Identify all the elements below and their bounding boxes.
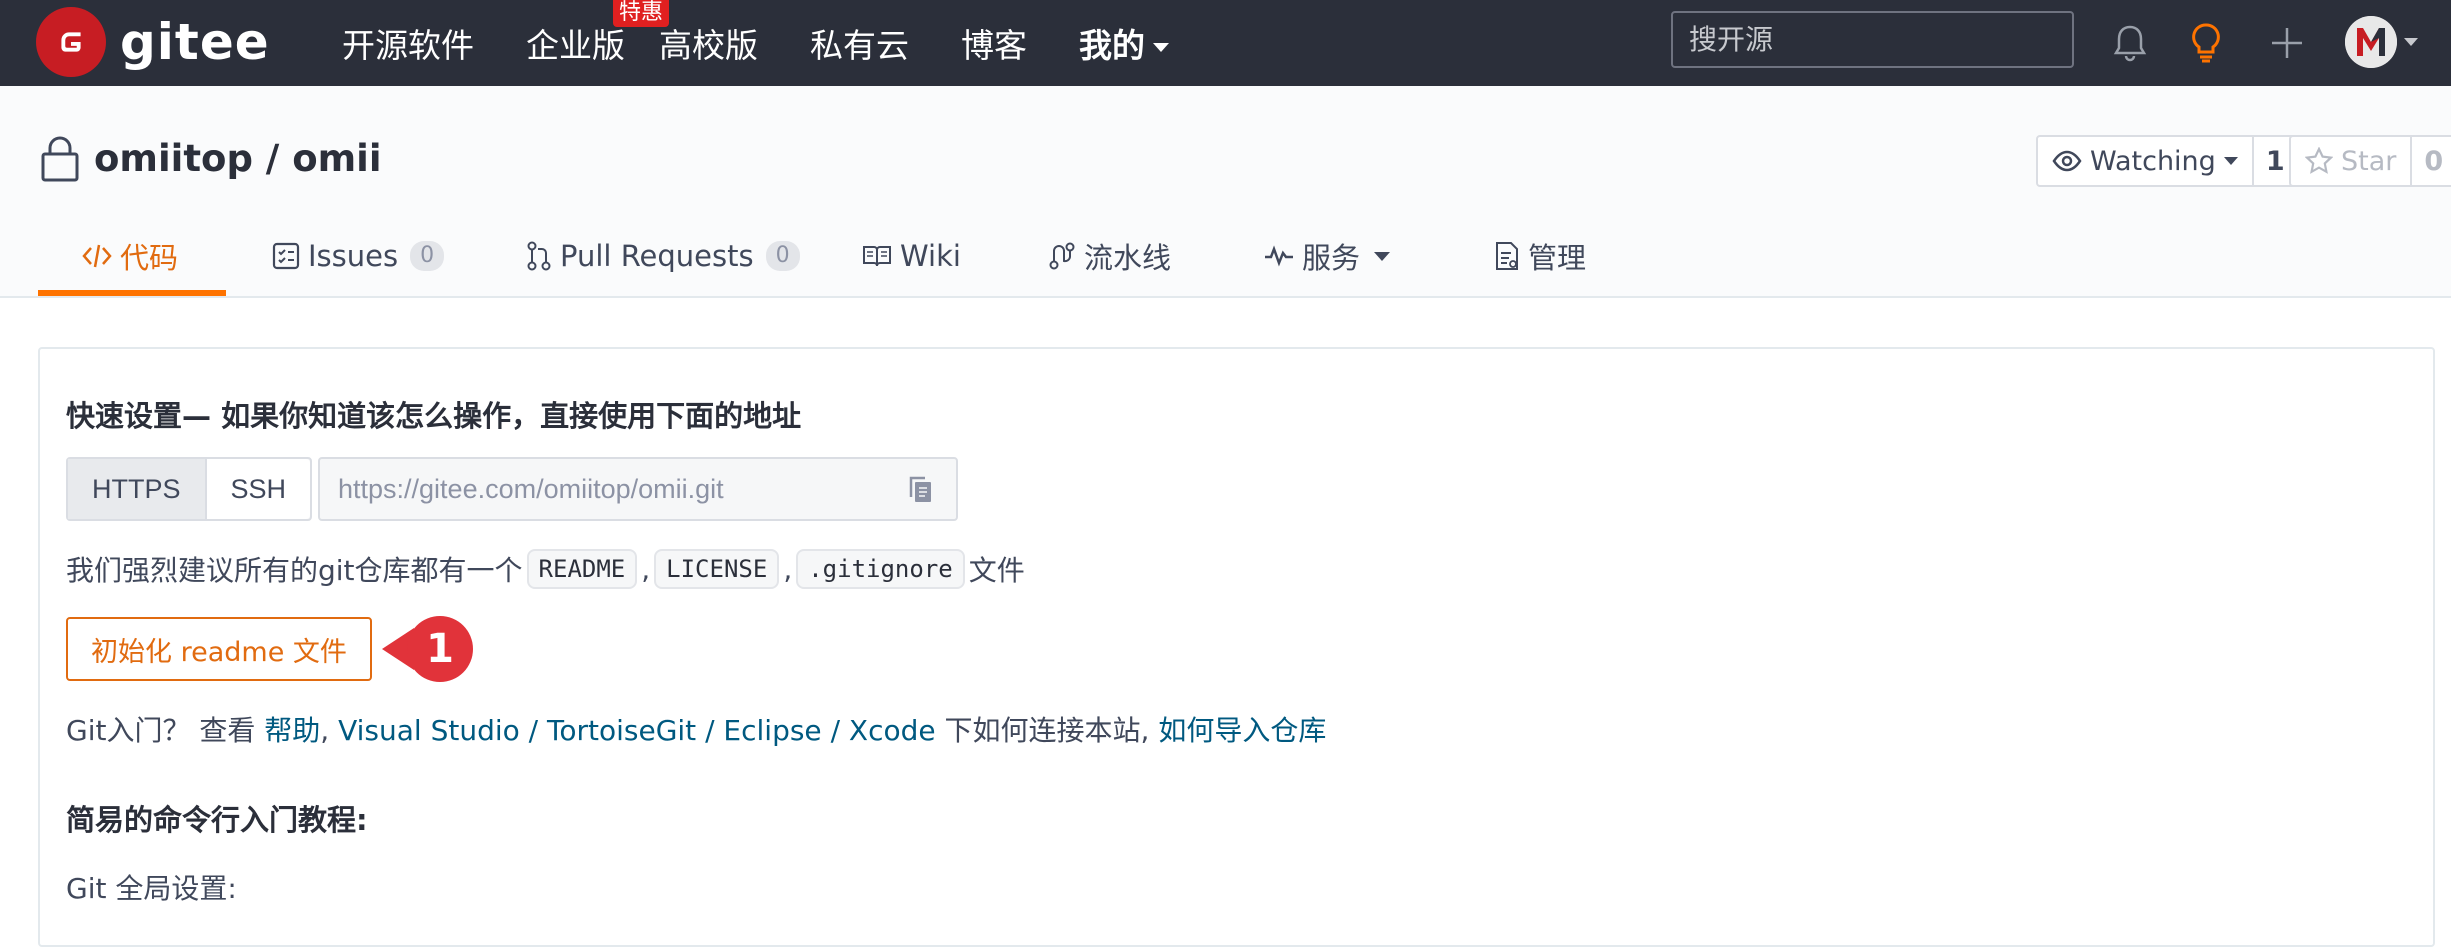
recommend-files-text: 我们强烈建议所有的git仓库都有一个 README, LICENSE, .git… <box>66 547 1025 591</box>
tab-pipeline[interactable]: 流水线 <box>1048 216 1171 296</box>
https-button[interactable]: HTTPS <box>68 459 207 519</box>
watch-button-group: Watching 1 <box>2036 135 2299 187</box>
chevron-down-icon <box>1153 43 1169 52</box>
ssh-button[interactable]: SSH <box>206 459 311 519</box>
tab-pipeline-label: 流水线 <box>1084 241 1172 275</box>
cli-tutorial-title: 简易的命令行入门教程: <box>66 803 368 837</box>
settings-doc-icon <box>1494 241 1520 271</box>
search-input[interactable] <box>1671 11 2074 68</box>
license-chip: LICENSE <box>654 549 780 589</box>
slash-sep: / <box>528 714 539 747</box>
nav-link-mine-label: 我的 <box>1079 26 1145 65</box>
nav-link-enterprise[interactable]: 企业版 特惠 <box>526 0 669 67</box>
git-global-settings-label: Git 全局设置: <box>66 872 237 905</box>
issues-icon <box>272 242 300 270</box>
plus-icon[interactable] <box>2262 18 2312 68</box>
slash-sep: / <box>705 714 715 747</box>
protocol-selector: HTTPS SSH <box>66 457 313 521</box>
nav-link-open-source[interactable]: 开源软件 <box>342 19 474 67</box>
import-repo-link[interactable]: 如何导入仓库 <box>1158 714 1326 747</box>
watch-label: Watching <box>2090 145 2216 177</box>
code-icon <box>82 243 112 269</box>
tab-wiki[interactable]: Wiki <box>862 216 961 296</box>
comma-sep: , <box>783 552 793 586</box>
chevron-down-icon <box>2223 157 2238 165</box>
lock-icon <box>41 136 79 182</box>
bell-icon[interactable] <box>2105 18 2155 68</box>
avatar-chevron-down-icon[interactable] <box>2404 38 2418 46</box>
pipeline-icon <box>1048 241 1076 271</box>
tab-wiki-label: Wiki <box>900 239 961 273</box>
help-mid-text: 下如何连接本站, <box>944 714 1150 747</box>
nav-link-private-cloud[interactable]: 私有云 <box>810 19 909 67</box>
top-navbar: gitee 开源软件 企业版 特惠 高校版 私有云 博客 我的 <box>0 0 2451 86</box>
tab-services[interactable]: 服务 <box>1264 216 1391 296</box>
tab-issues-label: Issues <box>308 239 399 273</box>
pulse-icon <box>1264 244 1294 268</box>
step-marker-1: 1 <box>382 616 473 682</box>
star-label: Star <box>2341 145 2397 177</box>
nav-link-mine[interactable]: 我的 <box>1079 19 1169 67</box>
star-button-group: Star 0 <box>2289 135 2451 187</box>
lightbulb-icon[interactable] <box>2181 18 2231 68</box>
nav-link-education[interactable]: 高校版 <box>659 19 758 67</box>
issues-count-badge: 0 <box>410 241 445 271</box>
tab-issues[interactable]: Issues 0 <box>272 216 445 296</box>
slash-sep: / <box>830 714 840 747</box>
gitee-logo[interactable]: gitee <box>36 7 270 77</box>
pull-requests-count-badge: 0 <box>765 241 800 271</box>
eclipse-link[interactable]: Eclipse <box>723 714 821 747</box>
tortoisegit-link[interactable]: TortoiseGit <box>547 714 696 747</box>
pull-request-icon <box>526 241 552 271</box>
star-count[interactable]: 0 <box>2412 137 2451 185</box>
eye-icon <box>2052 150 2082 172</box>
tab-pull-requests[interactable]: Pull Requests 0 <box>526 216 800 296</box>
project-title: omiitop / omii <box>38 134 382 182</box>
recommend-prefix: 我们强烈建议所有的git仓库都有一个 <box>66 554 523 587</box>
tab-manage[interactable]: 管理 <box>1494 216 1586 296</box>
tab-code-label: 代码 <box>120 241 179 275</box>
tab-pull-requests-label: Pull Requests <box>560 239 754 273</box>
nav-link-enterprise-label: 企业版 <box>526 26 625 65</box>
recommend-suffix: 文件 <box>968 554 1025 587</box>
step-marker-number: 1 <box>426 626 454 672</box>
watch-button[interactable]: Watching <box>2038 137 2254 185</box>
copy-icon[interactable] <box>908 475 934 512</box>
nav-links: 开源软件 企业版 特惠 高校版 私有云 博客 我的 <box>342 0 1221 86</box>
tab-manage-label: 管理 <box>1528 241 1587 275</box>
gitee-logo-icon <box>36 7 106 77</box>
git-help-line: Git入门？ 查看 帮助, Visual Studio / TortoiseGi… <box>66 709 1326 749</box>
star-icon <box>2305 147 2333 174</box>
nav-link-blog[interactable]: 博客 <box>961 19 1027 67</box>
book-icon <box>862 243 892 269</box>
comma-sep: , <box>320 714 330 747</box>
logo-text: gitee <box>120 13 270 71</box>
init-readme-button[interactable]: 初始化 readme 文件 <box>66 617 372 681</box>
star-button[interactable]: Star <box>2291 137 2413 185</box>
clone-url-text: https://gitee.com/omiitop/omii.git <box>338 473 724 504</box>
help-prefix: Git入门？ 查看 <box>66 714 256 747</box>
project-name[interactable]: omiitop / omii <box>94 137 382 180</box>
chevron-down-icon <box>1374 251 1391 261</box>
gitignore-chip: .gitignore <box>796 549 965 589</box>
tab-code[interactable]: 代码 <box>82 216 178 296</box>
comma-sep: , <box>641 552 651 586</box>
tab-services-label: 服务 <box>1302 241 1361 275</box>
help-link[interactable]: 帮助 <box>264 714 320 747</box>
visual-studio-link[interactable]: Visual Studio <box>338 714 520 747</box>
quick-setup-heading: 快速设置— 如果你知道该怎么操作，直接使用下面的地址 <box>66 399 802 433</box>
avatar[interactable] <box>2345 16 2397 68</box>
xcode-link[interactable]: Xcode <box>849 714 936 747</box>
active-tab-indicator <box>38 290 226 296</box>
readme-chip: README <box>526 549 638 589</box>
clone-url-input[interactable]: https://gitee.com/omiitop/omii.git <box>318 457 958 521</box>
